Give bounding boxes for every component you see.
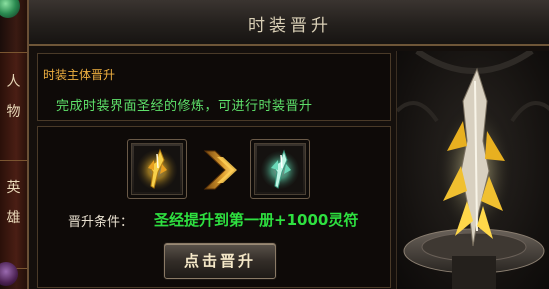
info-panel: 时装主体晋升 完成时装界面圣经的修炼，可进行时装晋升 [37, 53, 391, 121]
jade-blade-icon [257, 146, 303, 192]
promote-button[interactable]: 点击晋升 [164, 243, 276, 279]
info-description: 完成时装界面圣经的修炼，可进行时装晋升 [56, 99, 313, 114]
side-tab-label: 物 [6, 104, 21, 120]
orb-decoration-icon [0, 0, 20, 18]
current-item-slot[interactable] [127, 139, 187, 199]
side-tab-strip: 人 物 英 雄 [0, 0, 28, 289]
side-tab-hero[interactable]: 英 雄 [0, 160, 27, 269]
condition-label: 晋升条件： [68, 215, 134, 230]
fashion-upgrade-window: 时装晋升 时装主体晋升 完成时装界面圣经的修炼，可进行时装晋升 晋升条件： 圣经… [27, 0, 549, 289]
title-bar: 时装晋升 [29, 0, 549, 46]
side-tab-label: 雄 [6, 210, 21, 226]
target-item-slot[interactable] [250, 139, 310, 199]
fashion-preview [396, 51, 549, 289]
side-tab-label: 英 [6, 180, 21, 196]
gem-decoration-icon [0, 262, 18, 286]
golden-blade-icon [134, 146, 180, 192]
side-tab-character[interactable]: 人 物 [0, 52, 27, 161]
condition-value: 圣经提升到第一册+1000灵符 [154, 211, 359, 229]
blade-preview-image [397, 51, 549, 289]
window-title: 时装晋升 [248, 16, 332, 36]
chevron-right-arrow-icon [203, 147, 243, 193]
side-tab-label: 人 [6, 74, 21, 90]
info-title: 时装主体晋升 [43, 68, 116, 82]
upgrade-panel: 晋升条件： 圣经提升到第一册+1000灵符 点击晋升 [37, 126, 391, 288]
